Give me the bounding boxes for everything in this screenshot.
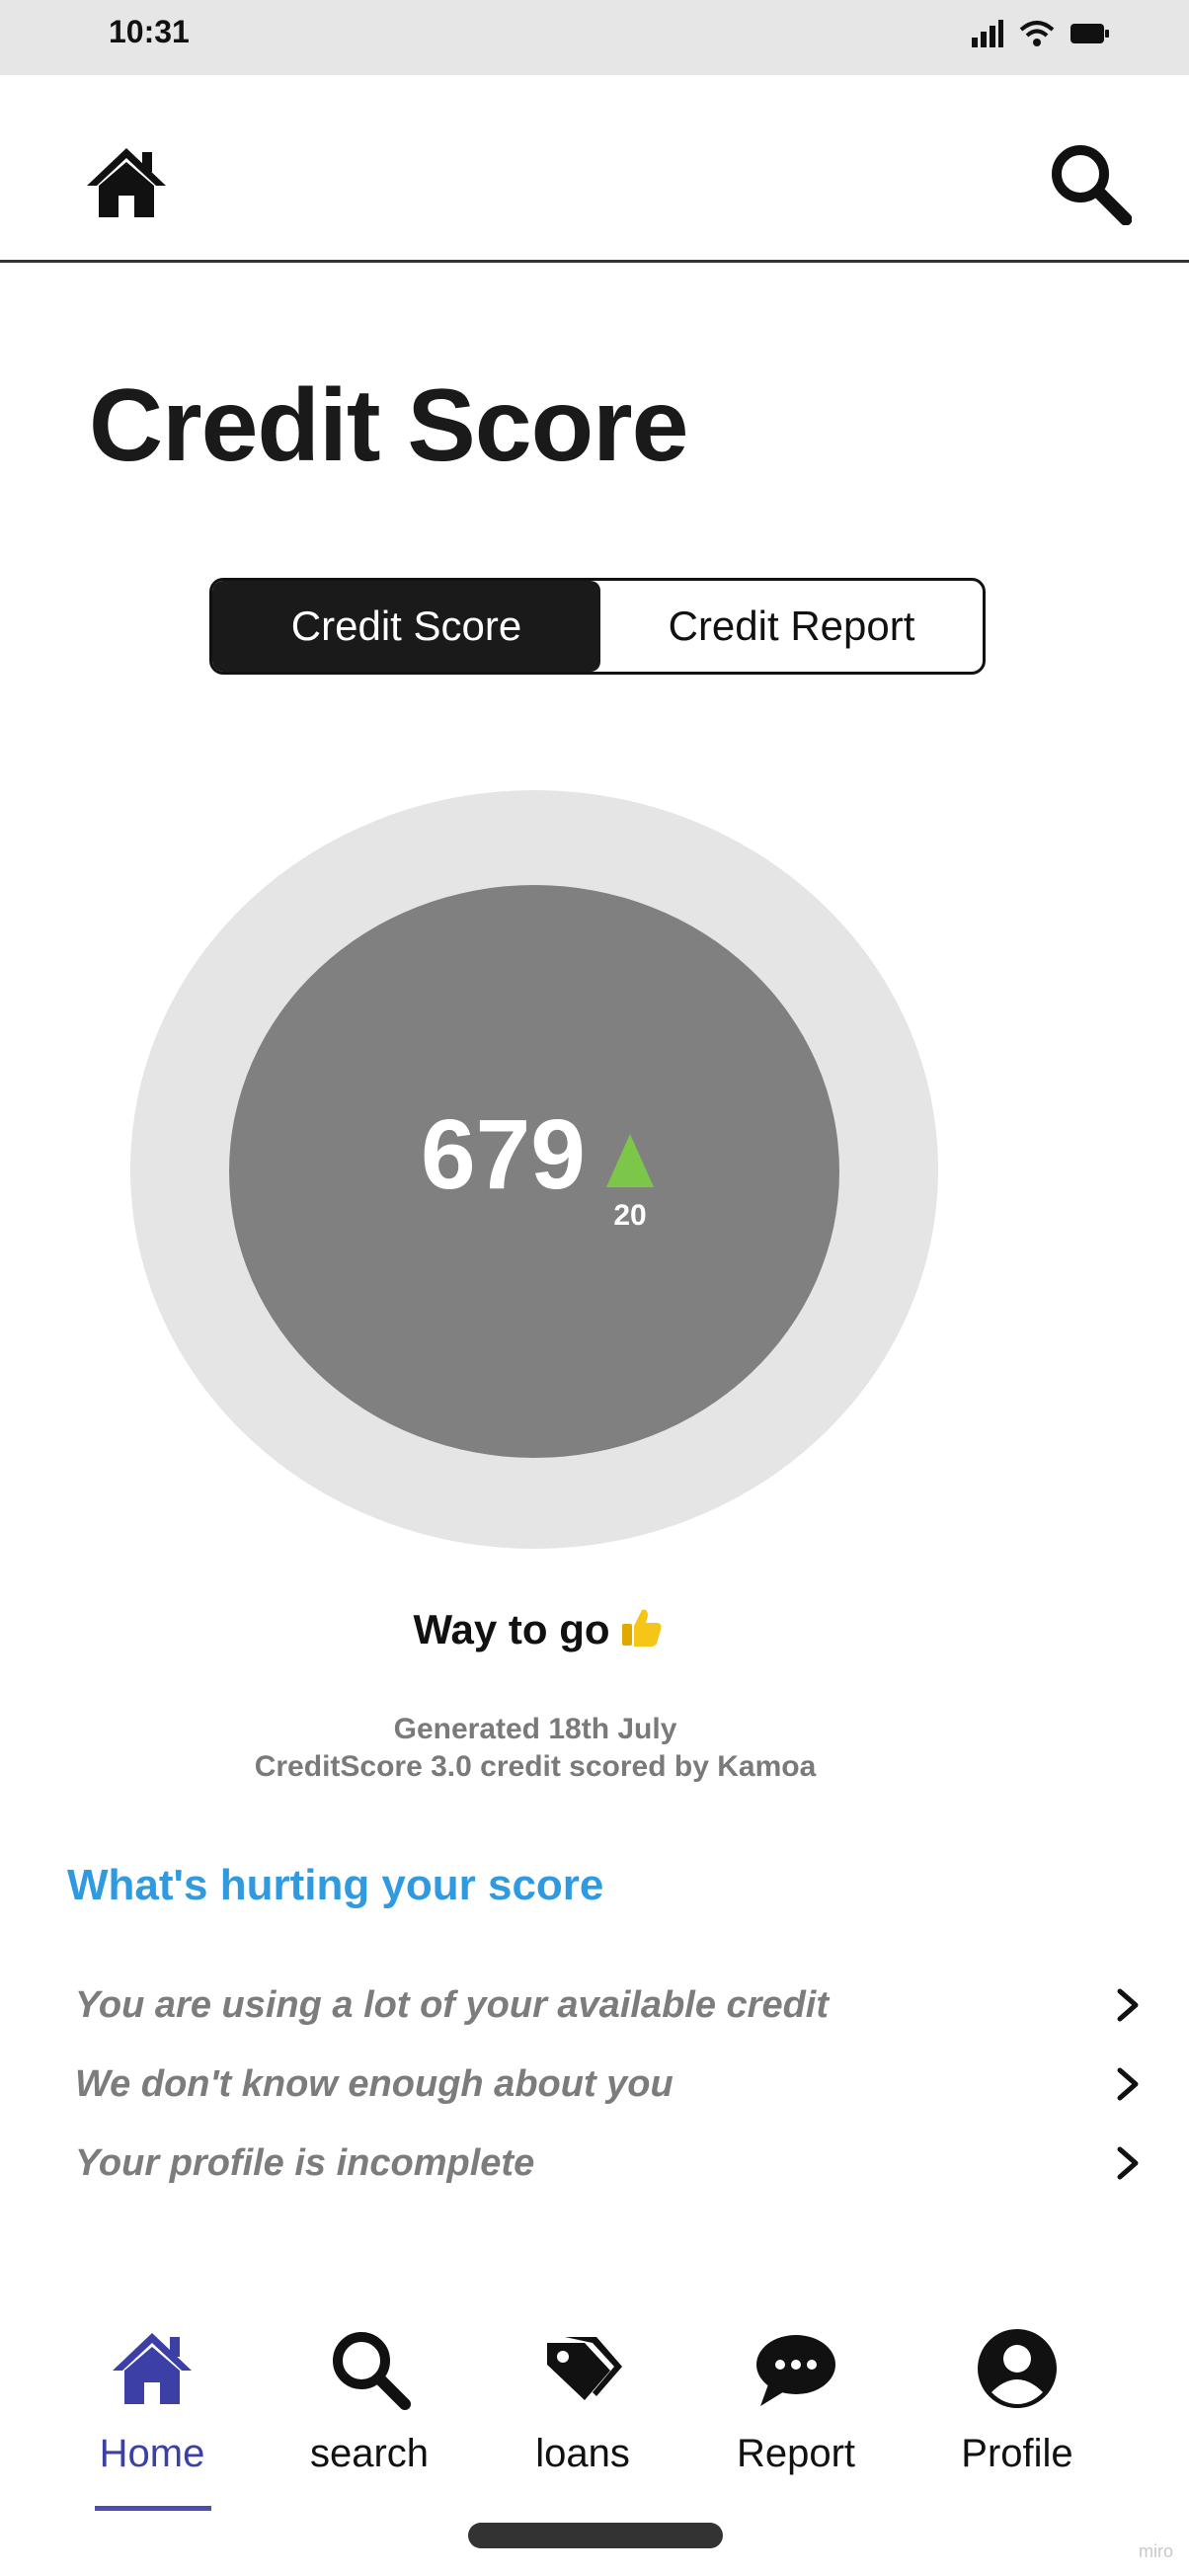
tab-label: Profile [961,2432,1073,2475]
home-indicator [468,2523,723,2548]
chat-bubble-icon [756,2335,835,2406]
status-icons [972,20,1110,47]
score-change-value: 20 [613,1199,647,1232]
tab-home[interactable]: Home [63,2301,241,2499]
tab-label: Home [99,2432,205,2475]
tab-loans[interactable]: loans [494,2301,672,2499]
page-title: Credit Score [89,368,688,483]
tab-label: Report [736,2432,856,2475]
home-button[interactable] [85,146,168,219]
search-icon [1052,145,1133,226]
signal-icon [972,20,1003,47]
chevron-right-icon [1117,1988,1139,2022]
watermark: miro [1139,2541,1173,2561]
tab-search[interactable]: search [280,2301,458,2499]
home-icon [113,2333,192,2404]
generated-info: Generated 18th July CreditScore 3.0 cred… [0,1711,1070,1786]
trend-up-icon [606,1134,654,1187]
tab-credit-report[interactable]: Credit Report [600,581,983,672]
tab-credit-score[interactable]: Credit Score [212,581,600,672]
score-source: CreditScore 3.0 credit scored by Kamoa [254,1750,817,1783]
hurting-list: You are using a lot of your available cr… [0,1966,1189,2203]
reason-label: Your profile is incomplete [75,2141,535,2184]
search-icon [333,2332,411,2410]
generated-date: Generated 18th July [393,1713,677,1745]
chevron-right-icon [1117,2067,1139,2101]
list-item[interactable]: You are using a lot of your available cr… [0,1966,1189,2045]
tab-profile[interactable]: Profile [928,2301,1106,2499]
reason-label: We don't know enough about you [75,2062,674,2105]
hurting-section-title: What's hurting your score [67,1861,604,1909]
app-bar [0,75,1189,263]
user-circle-icon [978,2329,1057,2408]
tab-report[interactable]: Report [707,2301,885,2499]
score-message: Way to go [0,1606,1076,1659]
tab-label: loans [535,2432,630,2475]
battery-icon [1070,24,1109,43]
thumbs-up-icon [620,1606,664,1659]
wifi-icon [1019,21,1055,46]
score-report-toggle: Credit Score Credit Report [209,578,986,675]
status-time: 10:31 [109,14,190,49]
credit-score-value: 679 [421,1099,586,1210]
search-button[interactable] [1047,140,1133,226]
status-bar: 10:31 [0,0,1189,75]
tag-icon [547,2337,622,2400]
bottom-tab-bar: Home search loans Report Profile [0,2301,1189,2519]
list-item[interactable]: Your profile is incomplete [0,2124,1189,2203]
home-icon [87,148,166,217]
credit-score-screen: 10:31 Credit Score Credit Score Credit R… [0,0,1189,2576]
reason-label: You are using a lot of your available cr… [75,1983,830,2026]
tab-label: search [309,2432,430,2475]
list-item[interactable]: We don't know enough about you [0,2045,1189,2124]
active-tab-indicator [95,2506,211,2511]
chevron-right-icon [1117,2146,1139,2180]
score-message-text: Way to go [413,1606,610,1652]
